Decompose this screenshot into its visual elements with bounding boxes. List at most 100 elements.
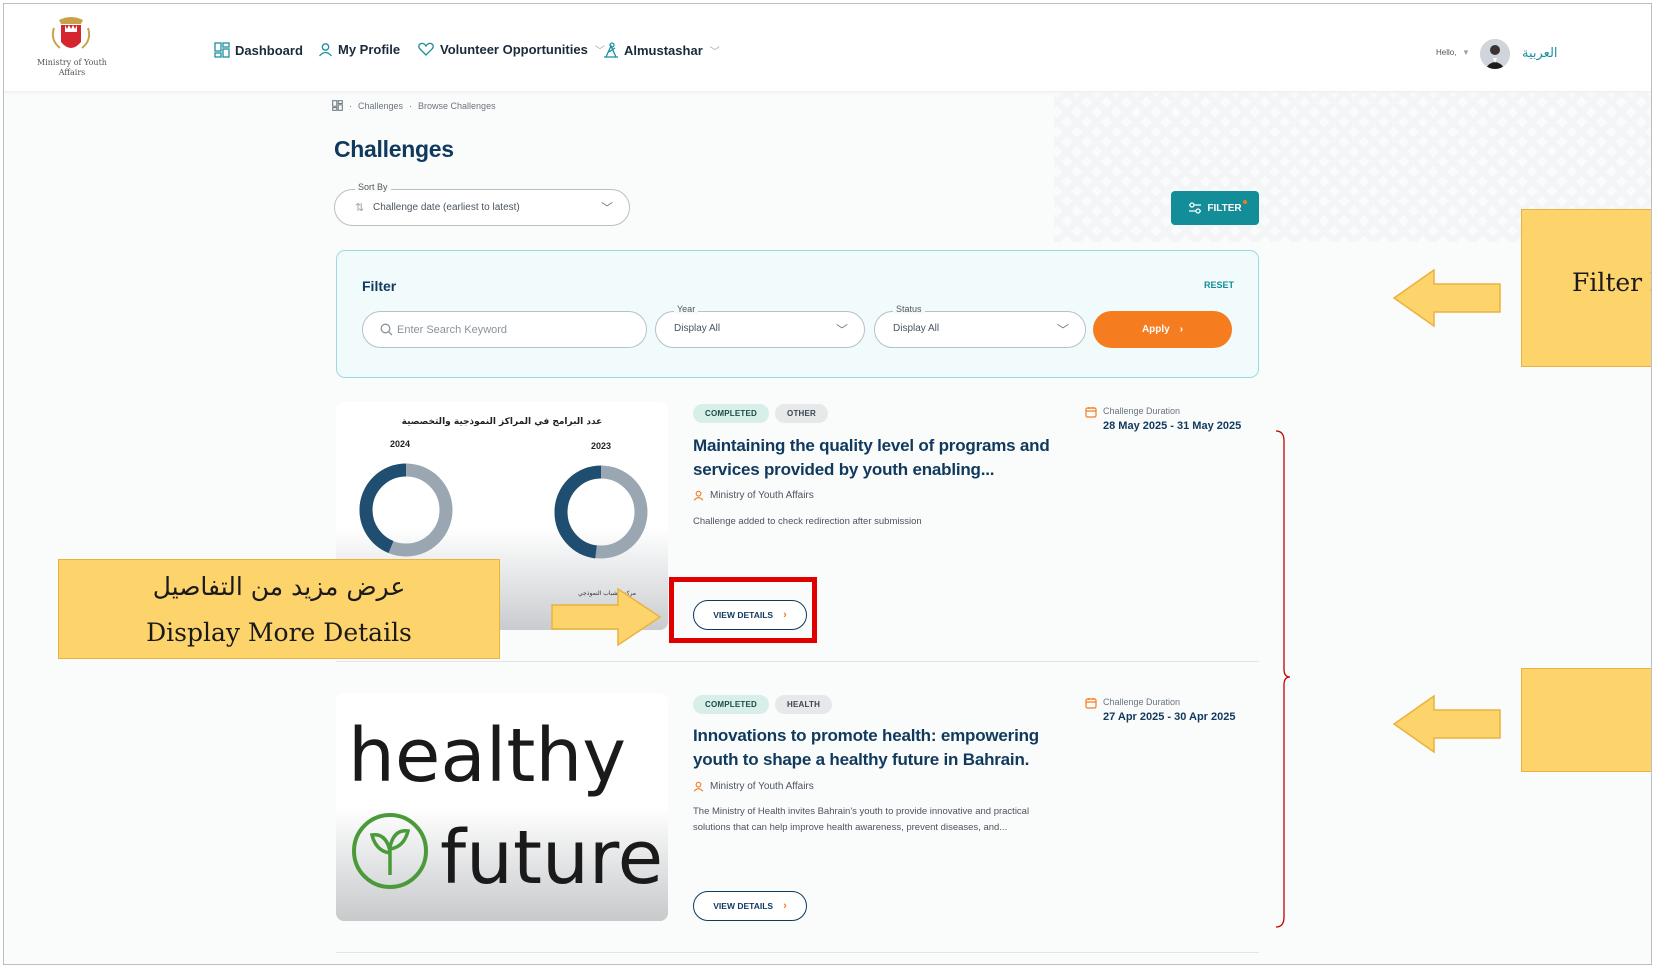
challenge-title[interactable]: Innovations to promote health: empowerin…: [693, 724, 1063, 772]
duration-value: 27 Apr 2025 - 30 Apr 2025: [1103, 711, 1236, 723]
apply-label: Apply: [1141, 324, 1170, 335]
cards-callout: [1521, 668, 1651, 772]
search-input[interactable]: Enter Search Keyword: [362, 311, 647, 348]
chevron-down-icon[interactable]: ▼: [1462, 48, 1470, 57]
nav-dashboard-label: Dashboard: [235, 42, 303, 58]
page-title: Challenges: [334, 136, 454, 162]
chevron-right-icon: ›: [783, 900, 787, 912]
calendar-icon: [1085, 698, 1097, 709]
user-photo-icon: [1480, 39, 1510, 69]
breadcrumb-separator: ·: [409, 100, 413, 111]
category-badge: HEALTH: [775, 695, 833, 714]
badge-group: COMPLETED HEALTH: [693, 695, 833, 714]
consultant-icon: [604, 42, 618, 58]
nav-dashboard[interactable]: Dashboard: [214, 42, 303, 58]
badge-group: COMPLETED OTHER: [693, 404, 829, 423]
arrow-left-icon: [1392, 268, 1501, 328]
active-filter-dot: [1243, 200, 1247, 204]
search-icon: [380, 323, 393, 336]
status-select[interactable]: Status Display All ﹀: [874, 304, 1086, 348]
year-value: Display All: [674, 323, 721, 334]
year-select[interactable]: Year Display All ﹀: [655, 304, 865, 348]
ministry-logo[interactable]: Ministry of Youth Affairs: [32, 14, 110, 86]
heart-hand-icon: [418, 42, 434, 56]
healthy-future-image: healthy future: [348, 713, 663, 901]
filter-callout: Filter b: [1521, 209, 1651, 367]
image-title: عدد البرامج في المراكز النموذجية والتخصص…: [402, 417, 603, 427]
challenge-duration: Challenge Duration 27 Apr 2025 - 30 Apr …: [1085, 697, 1235, 723]
breadcrumb: · Challenges · Browse Challenges: [332, 100, 496, 111]
status-badge: COMPLETED: [693, 695, 770, 714]
filter-toggle-button[interactable]: FILTER: [1171, 191, 1259, 225]
image-word-healthy: healthy: [348, 713, 626, 799]
greeting-text: Hello,: [1436, 48, 1457, 57]
chevron-down-icon: ﹀: [600, 201, 613, 215]
organization-name: Ministry of Youth Affairs: [710, 490, 814, 501]
sort-select[interactable]: Sort By ⇅ Challenge date (earliest to la…: [334, 182, 630, 226]
language-switch[interactable]: العربية: [1522, 46, 1558, 61]
nav-almustashar[interactable]: Almustashar ﹀: [603, 42, 720, 58]
status-value: Display All: [893, 323, 940, 334]
nav-almustashar-label: Almustashar: [624, 42, 703, 58]
apply-button[interactable]: Apply ›: [1093, 311, 1232, 348]
filter-panel-title: Filter: [362, 278, 397, 294]
nav-volunteer-opportunities[interactable]: Volunteer Opportunities ﹀: [417, 42, 605, 57]
sort-value: Challenge date (earliest to latest): [373, 202, 520, 213]
breadcrumb-item-browse: Browse Challenges: [418, 100, 496, 111]
calendar-icon: [1085, 407, 1097, 418]
nav-my-profile[interactable]: My Profile: [318, 42, 400, 57]
dashboard-icon[interactable]: [332, 100, 343, 111]
view-details-button[interactable]: VIEW DETAILS ›: [693, 891, 807, 921]
challenge-duration: Challenge Duration 28 May 2025 - 31 May …: [1085, 406, 1241, 432]
chevron-down-icon: ﹀: [835, 323, 848, 337]
callout-arabic-text: عرض مزيد من التفاصيل: [152, 572, 406, 601]
reset-button[interactable]: RESET: [1204, 280, 1234, 290]
chevron-down-icon: ﹀: [1056, 323, 1069, 337]
coat-of-arms-icon: [51, 17, 91, 49]
callout-filter-text: Filter b: [1572, 268, 1651, 297]
breadcrumb-item-challenges[interactable]: Challenges: [358, 101, 403, 111]
arrow-left-icon: [1392, 694, 1501, 754]
view-details-label: VIEW DETAILS: [713, 901, 774, 911]
chevron-down-icon: ﹀: [709, 46, 720, 58]
user-icon: [319, 43, 332, 57]
challenge-image[interactable]: healthy future: [336, 693, 668, 921]
user-icon: [693, 490, 704, 501]
user-icon: [693, 781, 704, 792]
filter-panel: Filter RESET Enter Search Keyword Year D…: [336, 250, 1259, 378]
year-label: Year: [674, 304, 699, 314]
sort-icon: ⇅: [355, 202, 365, 214]
image-year-right: 2023: [591, 441, 611, 451]
organization: Ministry of Youth Affairs: [693, 490, 814, 501]
dashboard-icon: [214, 42, 230, 58]
challenge-description: The Ministry of Health invites Bahrain's…: [693, 806, 1030, 833]
sliders-icon: [1189, 202, 1202, 214]
challenge-title[interactable]: Maintaining the quality level of program…: [693, 434, 1063, 482]
status-label: Status: [893, 304, 925, 314]
duration-label: Challenge Duration: [1103, 697, 1181, 707]
bracket-annotation: [1276, 430, 1290, 928]
image-year-left: 2024: [390, 439, 410, 449]
category-badge: OTHER: [775, 404, 829, 423]
filter-button-label: FILTER: [1207, 202, 1242, 214]
status-badge: COMPLETED: [693, 404, 770, 423]
card-divider: [336, 952, 1259, 953]
callout-english-text: Display More Details: [146, 618, 412, 647]
top-navigation-bar: Ministry of Youth Affairs Dashboard My P…: [4, 4, 1651, 92]
highlight-box: [669, 577, 817, 643]
avatar[interactable]: [1480, 39, 1510, 69]
duration-value: 28 May 2025 - 31 May 2025: [1103, 420, 1242, 432]
nav-my-profile-label: My Profile: [338, 42, 401, 57]
organization-name: Ministry of Youth Affairs: [710, 781, 814, 792]
details-callout: عرض مزيد من التفاصيل Display More Detail…: [58, 559, 500, 659]
nav-volunteer-label: Volunteer Opportunities: [440, 42, 588, 57]
chevron-right-icon: ›: [1179, 324, 1184, 335]
organization: Ministry of Youth Affairs: [693, 781, 814, 792]
challenge-description: Challenge added to check redirection aft…: [693, 516, 922, 527]
card-divider: [336, 661, 1259, 662]
duration-label: Challenge Duration: [1103, 406, 1181, 416]
breadcrumb-separator: ·: [349, 100, 352, 111]
search-placeholder: Enter Search Keyword: [397, 324, 508, 336]
sort-label: Sort By: [355, 182, 391, 192]
image-word-future: future: [440, 815, 663, 901]
